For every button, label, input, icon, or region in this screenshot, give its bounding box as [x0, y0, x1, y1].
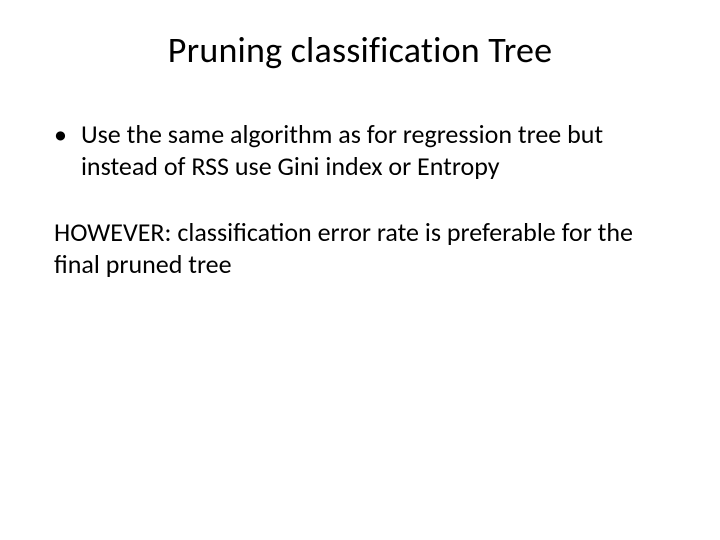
slide: Pruning classification Tree • Use the sa…	[0, 0, 720, 540]
slide-title: Pruning classification Tree	[48, 28, 672, 72]
bullet-text: Use the same algorithm as for regression…	[81, 118, 672, 182]
bullet-marker-icon: •	[54, 118, 67, 150]
body-paragraph: HOWEVER: classification error rate is pr…	[48, 216, 672, 280]
bullet-item: • Use the same algorithm as for regressi…	[48, 118, 672, 182]
